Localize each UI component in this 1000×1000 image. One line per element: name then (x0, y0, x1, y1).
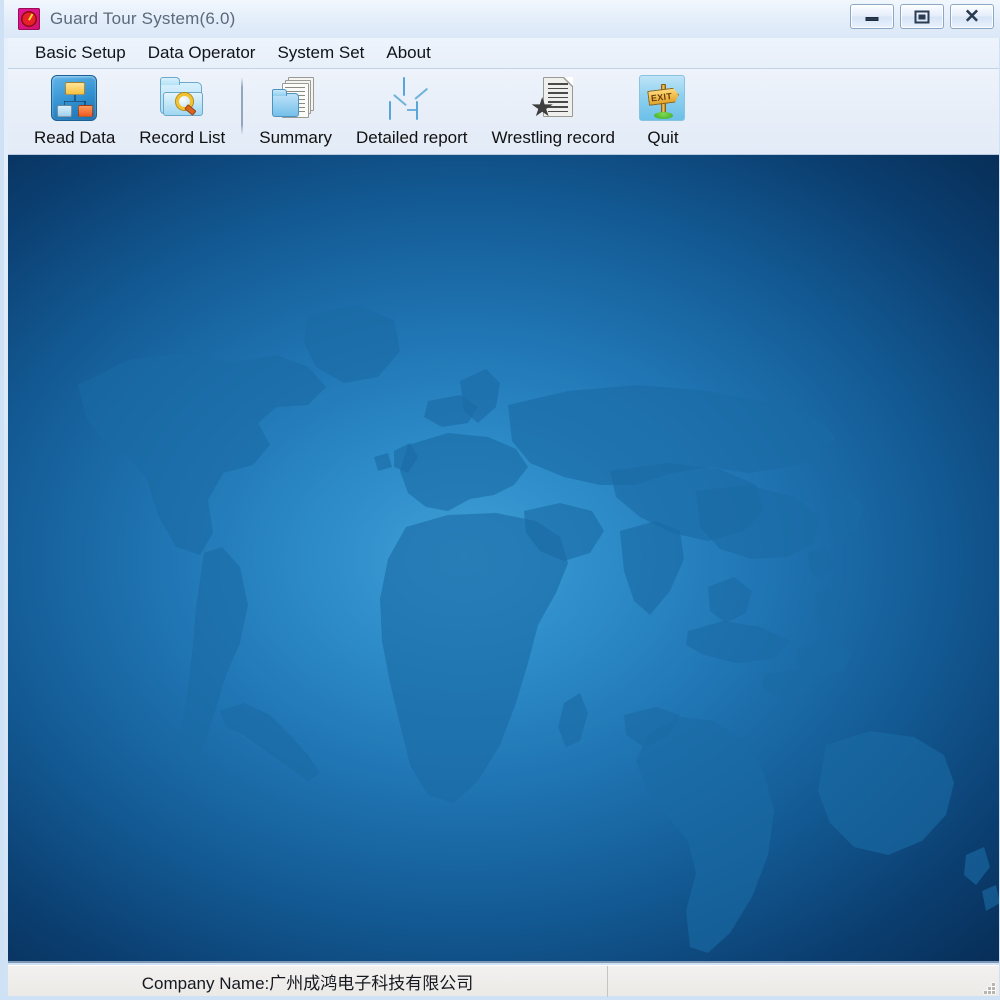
toolbar-button-detailed-report[interactable]: Detailed report (344, 69, 480, 153)
folder-search-icon (158, 75, 206, 123)
minimize-button[interactable] (850, 4, 894, 29)
window-title: Guard Tour System(6.0) (50, 9, 236, 28)
toolbar-label-detailed-report: Detailed report (356, 128, 468, 147)
title-bar: Guard Tour System(6.0) ✕ (4, 0, 1000, 38)
toolbar-button-record-list[interactable]: Record List (127, 69, 237, 153)
network-computers-icon (388, 75, 436, 123)
toolbar-button-read-data[interactable]: Read Data (22, 69, 127, 153)
document-star-icon (529, 75, 577, 123)
restore-icon (914, 10, 930, 23)
toolbar-button-wrestling-record[interactable]: Wrestling record (480, 69, 627, 153)
status-bar: Company Name:广州成鸿电子科技有限公司 (8, 965, 999, 997)
application-window: Guard Tour System(6.0) ✕ Basic Setup Dat… (0, 0, 1000, 1000)
restore-button[interactable] (900, 4, 944, 29)
window-controls: ✕ (850, 4, 994, 29)
toolbar-label-quit: Quit (647, 128, 679, 147)
menu-system-set[interactable]: System Set (266, 38, 375, 68)
hierarchy-icon (50, 75, 99, 123)
status-company-name: Company Name:广州成鸿电子科技有限公司 (8, 965, 608, 997)
close-button[interactable]: ✕ (950, 4, 994, 29)
exit-sign-icon: EXIT (638, 75, 687, 123)
menu-bar: Basic Setup Data Operator System Set Abo… (8, 38, 999, 69)
toolbar: Read Data Record List Summary Detailed r… (8, 69, 999, 155)
toolbar-button-summary[interactable]: Summary (247, 69, 344, 153)
menu-about[interactable]: About (375, 38, 441, 68)
clock-icon (18, 8, 40, 30)
toolbar-button-quit[interactable]: EXIT Quit (627, 69, 699, 153)
status-right-panel (608, 966, 999, 997)
toolbar-label-wrestling-record: Wrestling record (491, 128, 615, 147)
toolbar-label-read-data: Read Data (34, 128, 116, 147)
resize-grip[interactable] (982, 981, 995, 994)
toolbar-separator (241, 77, 244, 135)
toolbar-label-record-list: Record List (139, 128, 226, 147)
close-icon: ✕ (964, 6, 980, 27)
toolbar-label-summary: Summary (259, 128, 332, 147)
menu-basic-setup[interactable]: Basic Setup (24, 38, 137, 68)
main-canvas-world-map (8, 155, 999, 963)
world-map-silhouette (78, 305, 999, 953)
menu-data-operator[interactable]: Data Operator (137, 38, 267, 68)
documents-folder-icon (271, 75, 320, 123)
minimize-icon (865, 17, 879, 22)
